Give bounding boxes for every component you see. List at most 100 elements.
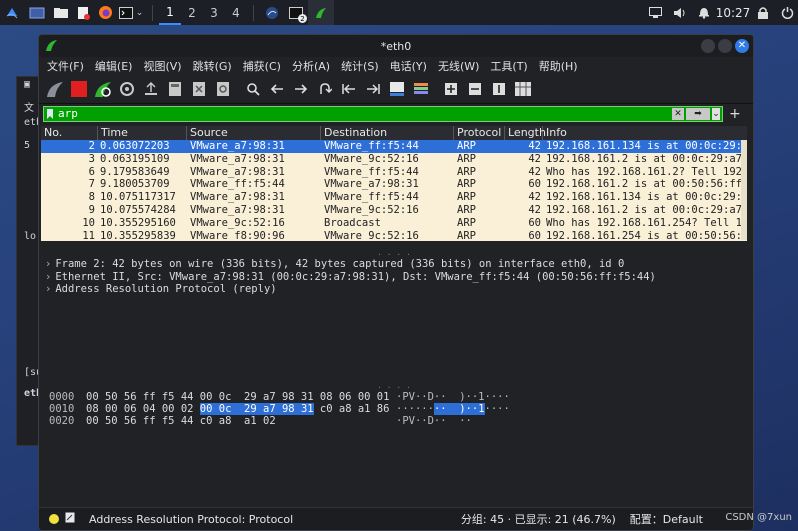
- packet-row[interactable]: 9 10.075574284 VMware_a7:98:31 VMware_9c:52…: [41, 204, 747, 217]
- maximize-button[interactable]: [718, 39, 732, 53]
- restart-capture-icon[interactable]: [93, 79, 113, 99]
- workspace-1[interactable]: 1: [159, 0, 181, 25]
- packet-row[interactable]: 2 0.063072203 VMware_a7:98:31 VMware_ff:f5:…: [41, 140, 747, 153]
- app-menu-icon[interactable]: [0, 0, 24, 25]
- bytes-row[interactable]: 0010 08 00 06 04 00 02 00 0c 29 a7 98 31 …: [41, 403, 747, 415]
- save-file-icon[interactable]: [165, 79, 185, 99]
- open-file-icon[interactable]: [141, 79, 161, 99]
- auto-scroll-icon[interactable]: [387, 79, 407, 99]
- kali-task-icon[interactable]: [260, 0, 284, 25]
- menu-view[interactable]: 视图(V): [143, 58, 181, 74]
- column-header-length[interactable]: Length: [505, 126, 546, 140]
- packet-bytes-pane[interactable]: · · · · 0000 00 50 56 ff f5 44 00 0c 29 a7…: [41, 383, 747, 513]
- capture-comment-icon[interactable]: [65, 512, 75, 526]
- lock-icon[interactable]: [750, 0, 776, 25]
- menu-file[interactable]: 文件(F): [47, 58, 84, 74]
- column-header-protocol[interactable]: Protocol: [454, 126, 505, 140]
- menu-statistics[interactable]: 统计(S): [341, 58, 379, 74]
- expand-arrow-icon[interactable]: ›: [45, 271, 51, 283]
- colorize-icon[interactable]: [411, 79, 431, 99]
- packet-row[interactable]: 8 10.075117317 VMware_a7:98:31 VMware_ff:f5…: [41, 191, 747, 204]
- resize-columns-icon[interactable]: [513, 79, 533, 99]
- terminal-launcher-icon[interactable]: ⌄: [116, 0, 146, 25]
- terminal-window-icon: ▣: [24, 79, 31, 90]
- wireshark-task-icon[interactable]: [308, 0, 334, 25]
- packet-row[interactable]: 10 10.355295160 VMware_9c:52:16 Broadcast AR…: [41, 217, 747, 230]
- notification-bell-icon[interactable]: [692, 0, 716, 25]
- zoom-in-icon[interactable]: [441, 79, 461, 99]
- volume-icon[interactable]: [668, 0, 692, 25]
- pane-splitter[interactable]: · · · ·: [41, 383, 747, 392]
- expert-info-icon[interactable]: [49, 514, 59, 524]
- column-header-info[interactable]: Info: [543, 126, 747, 140]
- packet-list[interactable]: No. Time Source Destination Protocol Len…: [41, 126, 747, 241]
- column-header-destination[interactable]: Destination: [321, 126, 454, 140]
- packet-row[interactable]: 7 9.180053709 VMware_ff:f5:44 VMware_a7:98:…: [41, 178, 747, 191]
- text-editor-icon[interactable]: [72, 0, 94, 25]
- bytes-row[interactable]: 0000 00 50 56 ff f5 44 00 0c 29 a7 98 31 …: [41, 391, 747, 403]
- hex-bytes: 00 50 56 ff f5 44 00 0c 29 a7 98 31 08 0…: [86, 391, 390, 403]
- close-file-icon[interactable]: [189, 79, 209, 99]
- details-ethernet-row[interactable]: › Ethernet II, Src: VMware_a7:98:31 (00:0…: [41, 271, 747, 284]
- last-packet-icon[interactable]: [363, 79, 383, 99]
- chevron-down-icon[interactable]: ⌄: [136, 8, 144, 18]
- packet-cell-protocol: ARP: [457, 152, 476, 165]
- reload-file-icon[interactable]: [213, 79, 233, 99]
- file-manager-icon[interactable]: [50, 0, 72, 25]
- find-packet-icon[interactable]: [243, 79, 263, 99]
- expand-arrow-icon[interactable]: ›: [45, 283, 51, 295]
- packet-row[interactable]: 3 0.063195109 VMware_a7:98:31 VMware_9c:52:…: [41, 153, 747, 166]
- packet-row[interactable]: 6 9.179583649 VMware_a7:98:31 VMware_ff:f5:…: [41, 166, 747, 179]
- column-header-no[interactable]: No.: [41, 126, 98, 140]
- filter-history-dropdown[interactable]: ⌄: [712, 107, 720, 120]
- workspace-4[interactable]: 4: [225, 0, 247, 25]
- bytes-row[interactable]: 0020 00 50 56 ff f5 44 c0 a8 a1 02 ·PV··D·…: [41, 415, 747, 427]
- profile-indicator[interactable]: 配置：Default: [630, 511, 703, 527]
- menu-analyze[interactable]: 分析(A): [292, 58, 330, 74]
- menu-telephony[interactable]: 电话(Y): [390, 58, 427, 74]
- details-arp-row[interactable]: › Address Resolution Protocol (reply): [41, 283, 747, 296]
- start-capture-icon[interactable]: [45, 79, 65, 99]
- firefox-icon[interactable]: [94, 0, 116, 25]
- zoom-out-icon[interactable]: [465, 79, 485, 99]
- clear-filter-icon[interactable]: ✕: [672, 107, 684, 120]
- menu-help[interactable]: 帮助(H): [539, 58, 578, 74]
- show-desktop-icon[interactable]: [24, 0, 50, 25]
- wireshark-window[interactable]: *eth0 ✕ 文件(F) 编辑(E) 视图(V) 跳转(G) 捕获(C) 分析…: [38, 34, 754, 531]
- packet-list-scrollbar[interactable]: [741, 140, 747, 240]
- filter-text[interactable]: arp: [58, 107, 78, 120]
- add-filter-button[interactable]: +: [729, 106, 741, 122]
- menu-tools[interactable]: 工具(T): [490, 58, 527, 74]
- go-back-icon[interactable]: [267, 79, 287, 99]
- column-header-time[interactable]: Time: [98, 126, 187, 140]
- terminal-task-icon[interactable]: 2: [284, 0, 308, 25]
- clock[interactable]: 10:27: [716, 0, 751, 25]
- stop-capture-icon[interactable]: [69, 79, 89, 99]
- normal-size-icon[interactable]: [489, 79, 509, 99]
- window-titlebar[interactable]: *eth0 ✕: [39, 35, 753, 57]
- packet-row[interactable]: 11 10.355295839 VMware_f8:90:96 VMware_9c:5…: [41, 230, 747, 241]
- pane-splitter[interactable]: · · · ·: [41, 250, 747, 259]
- apply-filter-icon[interactable]: ➡: [686, 107, 710, 120]
- workspace-3[interactable]: 3: [203, 0, 225, 25]
- hex-bytes-highlighted: 00 0c 29 a7 98 31: [199, 403, 314, 415]
- first-packet-icon[interactable]: [339, 79, 359, 99]
- column-header-source[interactable]: Source: [187, 126, 321, 140]
- packet-details-tree[interactable]: · · · · › Frame 2: 42 bytes on wire (336 …: [41, 250, 747, 380]
- power-icon[interactable]: [776, 0, 798, 25]
- bookmark-icon[interactable]: [44, 107, 56, 121]
- menu-go[interactable]: 跳转(G): [193, 58, 232, 74]
- close-button[interactable]: ✕: [735, 39, 749, 53]
- display-filter-input[interactable]: arp ✕ ➡ ⌄: [43, 105, 723, 122]
- capture-options-icon[interactable]: [117, 79, 137, 99]
- menu-wireless[interactable]: 无线(W): [438, 58, 479, 74]
- minimize-button[interactable]: [701, 39, 715, 53]
- menu-edit[interactable]: 编辑(E): [95, 58, 133, 74]
- go-to-packet-icon[interactable]: [315, 79, 335, 99]
- expand-arrow-icon[interactable]: ›: [45, 258, 51, 270]
- menu-capture[interactable]: 捕获(C): [243, 58, 281, 74]
- workspace-2[interactable]: 2: [181, 0, 203, 25]
- details-frame-row[interactable]: › Frame 2: 42 bytes on wire (336 bits), 4…: [41, 258, 747, 271]
- go-forward-icon[interactable]: [291, 79, 311, 99]
- display-icon[interactable]: [642, 0, 668, 25]
